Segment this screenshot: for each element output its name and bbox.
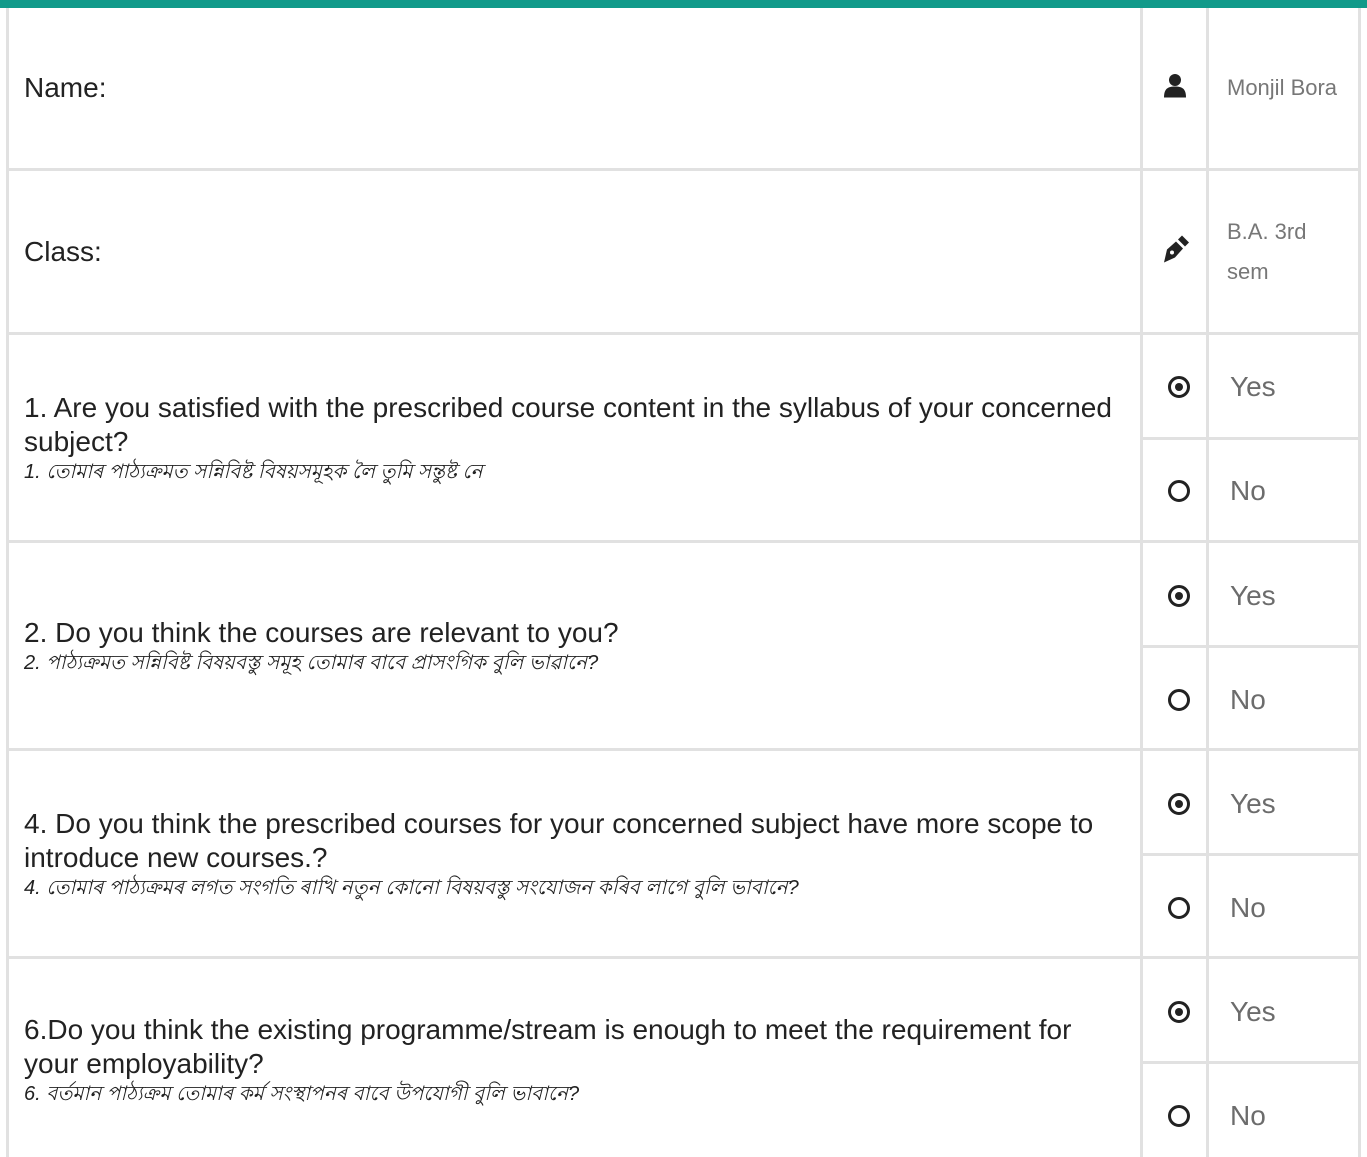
user-icon xyxy=(1143,74,1206,103)
top-accent-bar xyxy=(0,0,1367,8)
class-label-cell: Class: xyxy=(9,171,1143,332)
yes-radio[interactable] xyxy=(1168,585,1190,607)
pen-icon xyxy=(1143,235,1206,268)
question-cell: 4. Do you think the prescribed courses f… xyxy=(9,751,1143,956)
question-row-2: 2. Do you think the courses are relevant… xyxy=(9,543,1358,751)
options-icon-col xyxy=(1143,959,1209,1157)
question-cell: 2. Do you think the courses are relevant… xyxy=(9,543,1143,748)
no-radio[interactable] xyxy=(1168,480,1190,502)
question-text-en: 2. Do you think the courses are relevant… xyxy=(24,616,619,648)
question-text-as: 6. বৰ্তমান পাঠ্যক্ৰম তোমাৰ কৰ্ম সংস্থাপন… xyxy=(24,1083,580,1105)
feedback-form: Name: Monjil Bora Class: B.A. 3rd sem 1.… xyxy=(6,8,1361,1157)
class-label: Class: xyxy=(24,235,102,267)
question-row-1: 1. Are you satisfied with the prescribed… xyxy=(9,335,1358,543)
question-text-as: 4. তোমাৰ পাঠ্যক্ৰমৰ লগত সংগতি ৰাখি নতুন … xyxy=(24,876,799,899)
question-text-en: 1. Are you satisfied with the prescribed… xyxy=(24,391,1112,457)
name-row: Name: Monjil Bora xyxy=(9,8,1358,171)
name-label-cell: Name: xyxy=(9,8,1143,168)
name-value: Monjil Bora xyxy=(1227,75,1338,100)
yes-radio[interactable] xyxy=(1168,793,1190,815)
no-radio[interactable] xyxy=(1168,689,1190,711)
yes-label[interactable]: Yes xyxy=(1230,995,1276,1029)
question-text-en: 4. Do you think the prescribed courses f… xyxy=(24,807,1094,873)
question-row-6: 6.Do you think the existing programme/st… xyxy=(9,959,1358,1157)
option-divider xyxy=(1143,645,1358,648)
option-divider xyxy=(1143,437,1358,440)
yes-radio[interactable] xyxy=(1168,376,1190,398)
class-value: B.A. 3rd sem xyxy=(1227,218,1307,284)
no-label[interactable]: No xyxy=(1230,474,1266,508)
name-label: Name: xyxy=(24,72,107,103)
question-text-en: 6.Do you think the existing programme/st… xyxy=(24,1014,1072,1079)
no-radio[interactable] xyxy=(1168,1105,1190,1127)
option-divider xyxy=(1143,1061,1358,1064)
question-cell: 6.Do you think the existing programme/st… xyxy=(9,959,1143,1157)
name-value-cell: Monjil Bora xyxy=(1209,8,1358,168)
no-label[interactable]: No xyxy=(1230,683,1266,717)
question-text-as: 1. তোমাৰ পাঠ্যক্ৰমত সন্নিবিষ্ট বিষয়সমূহ… xyxy=(24,460,483,483)
yes-label[interactable]: Yes xyxy=(1230,579,1276,613)
no-label[interactable]: No xyxy=(1230,891,1266,925)
yes-label[interactable]: Yes xyxy=(1230,370,1276,404)
class-value-cell: B.A. 3rd sem xyxy=(1209,171,1358,332)
class-row: Class: B.A. 3rd sem xyxy=(9,171,1358,335)
yes-label[interactable]: Yes xyxy=(1230,787,1276,821)
question-text-as: 2. পাঠ্যক্ৰমত সন্নিবিষ্ট বিষয়বস্তু সমূহ… xyxy=(24,651,599,674)
option-divider xyxy=(1143,853,1358,856)
question-row-4: 4. Do you think the prescribed courses f… xyxy=(9,751,1358,959)
question-cell: 1. Are you satisfied with the prescribed… xyxy=(9,335,1143,540)
class-icon-cell xyxy=(1143,171,1209,332)
yes-radio[interactable] xyxy=(1168,1001,1190,1023)
no-label[interactable]: No xyxy=(1230,1099,1266,1133)
no-radio[interactable] xyxy=(1168,897,1190,919)
name-icon-cell xyxy=(1143,8,1209,168)
